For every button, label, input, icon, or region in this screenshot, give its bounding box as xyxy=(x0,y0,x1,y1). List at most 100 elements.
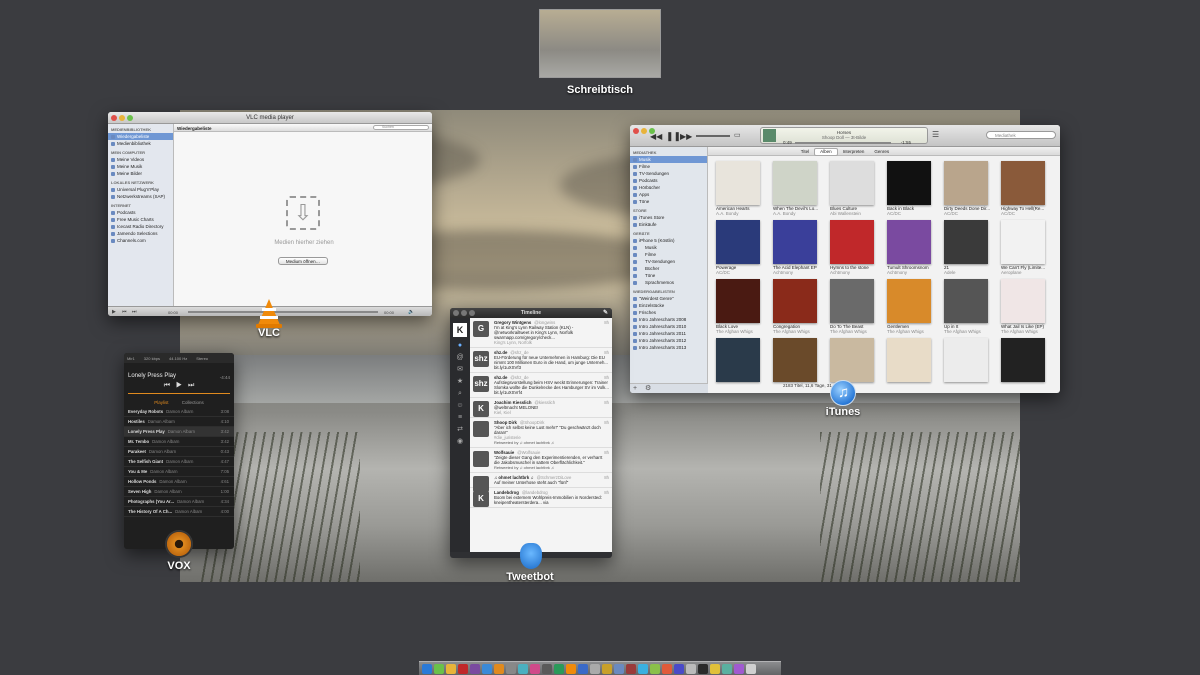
tweet[interactable]: Shoop Dirk 8h @ShoopDirk "Aber ich selbst k… xyxy=(470,418,612,448)
tweet[interactable]: shz shz.de 8h @shz_de EU-Förderung für neue … xyxy=(470,348,612,373)
tweet-avatar[interactable]: K xyxy=(473,401,489,417)
close-button[interactable] xyxy=(633,128,639,134)
next-icon[interactable]: ⏭ xyxy=(188,382,194,389)
album-cover[interactable] xyxy=(1001,338,1045,382)
album-cover[interactable] xyxy=(773,338,817,382)
airplay-icon[interactable]: ▭ xyxy=(734,131,741,139)
album-cover[interactable] xyxy=(944,279,988,323)
dock-app-icon[interactable] xyxy=(470,663,480,674)
album-cover[interactable] xyxy=(830,161,874,205)
desktop-space-thumbnail[interactable] xyxy=(539,9,661,78)
dock-app-icon[interactable] xyxy=(686,663,696,674)
vox-progress[interactable] xyxy=(128,393,230,394)
vox-track-row[interactable]: Seven High Damon Albarn 1:00 xyxy=(124,487,234,497)
tweet[interactable]: K Landebdrog 8h @landebdrog Boom bei externe… xyxy=(470,488,612,508)
itunes-search-input[interactable]: Mediathek xyxy=(986,131,1056,139)
album-tile[interactable] xyxy=(887,338,938,385)
tweet[interactable]: shz shz.de 8h @shz_de Aufstiegsvorstellung b… xyxy=(470,373,612,398)
itunes-sidebar-item[interactable]: TV-Sendungen xyxy=(630,258,707,265)
itunes-sidebar-item[interactable]: Intro Jahrescharts 2008 xyxy=(630,316,707,323)
tweet[interactable]: G Gregory Wintgens 8h @longwins I'm at King'… xyxy=(470,318,612,348)
dock-app-icon[interactable] xyxy=(446,663,456,674)
account-avatar[interactable]: K xyxy=(453,323,467,337)
volume-icon[interactable]: 🔈 xyxy=(408,309,414,315)
vox-track-row[interactable]: Parakeet Damon Albarn 0:43 xyxy=(124,447,234,457)
pause-icon[interactable]: ❚❚ xyxy=(666,131,681,142)
itunes-sidebar-item[interactable]: iTunes Store xyxy=(630,214,707,221)
album-tile[interactable]: The Acid Elephant EP Achtmony xyxy=(773,220,824,277)
favorites-icon[interactable]: ★ xyxy=(454,378,466,385)
compose-icon[interactable]: ✎ xyxy=(603,308,608,318)
album-tile[interactable]: American Hearts A.A. Bondy xyxy=(716,161,767,218)
album-cover[interactable] xyxy=(1001,161,1045,205)
dock-app-icon[interactable] xyxy=(710,663,720,674)
zoom-button[interactable] xyxy=(469,310,475,316)
album-cover[interactable] xyxy=(887,220,931,264)
settings-icon[interactable]: ◉ xyxy=(454,438,466,445)
dock-app-icon[interactable] xyxy=(578,663,588,674)
vox-track-row[interactable]: Everyday Robots Damon Albarn 3:08 xyxy=(124,407,234,417)
dock-app-icon[interactable] xyxy=(458,663,468,674)
itunes-view-tab[interactable]: Titel xyxy=(796,147,814,156)
tweet[interactable]: K Joachim Kiesslich 8h @kiesslich @weltmacht… xyxy=(470,398,612,418)
album-cover[interactable] xyxy=(773,220,817,264)
dock-app-icon[interactable] xyxy=(650,663,660,674)
itunes-view-tab[interactable]: Genres xyxy=(869,147,894,156)
tweet-avatar[interactable] xyxy=(473,451,489,467)
dock-app-icon[interactable] xyxy=(422,663,432,674)
fast-forward-icon[interactable]: ▶▶ xyxy=(680,132,692,141)
tab-playlist[interactable]: Playlist xyxy=(154,400,168,405)
tab-collections[interactable]: Collections xyxy=(182,400,204,405)
vlc-search-input[interactable]: Suchen xyxy=(373,125,429,130)
dock-app-icon[interactable] xyxy=(662,663,672,674)
play-icon[interactable]: ▶ xyxy=(176,382,182,389)
itunes-sidebar-item[interactable]: "Weirdest Genre" xyxy=(630,295,707,302)
vlc-sidebar-item[interactable]: Icecast Radio Directory xyxy=(108,223,173,230)
volume-slider[interactable] xyxy=(696,135,730,137)
previous-icon[interactable]: ⏮ xyxy=(122,309,127,315)
minimize-button[interactable] xyxy=(119,115,125,121)
tweet-avatar[interactable] xyxy=(473,421,489,437)
dock-app-icon[interactable] xyxy=(530,663,540,674)
vlc-titlebar[interactable]: VLC media player xyxy=(108,112,432,124)
open-media-button[interactable]: Medium öffnen… xyxy=(278,257,328,265)
album-cover[interactable] xyxy=(830,220,874,264)
mentions-icon[interactable]: @ xyxy=(454,354,466,361)
album-tile[interactable]: Highway To Hell(Re... AC/DC xyxy=(1001,161,1052,218)
gear-icon[interactable]: ⚙ xyxy=(645,385,651,392)
vlc-sidebar-item[interactable]: Medienbibliothek xyxy=(108,140,173,147)
tweet-avatar[interactable]: shz xyxy=(473,351,489,367)
dock-app-icon[interactable] xyxy=(482,663,492,674)
album-cover[interactable] xyxy=(716,338,760,382)
album-cover[interactable] xyxy=(1001,220,1045,264)
vlc-sidebar-item[interactable]: Netzwerkstreams (SAP) xyxy=(108,193,173,200)
album-cover[interactable] xyxy=(773,279,817,323)
tweetbot-titlebar[interactable]: Timeline ✎ xyxy=(450,308,612,318)
close-button[interactable] xyxy=(453,310,459,316)
tweet-avatar[interactable]: shz xyxy=(473,376,489,392)
tweet[interactable]: ♫ ohmet lachtbrk ♫ 8h @SchmerzDiLove Auf me… xyxy=(470,473,612,492)
itunes-sidebar-item[interactable]: Töne xyxy=(630,272,707,279)
itunes-sidebar-item[interactable]: Musik xyxy=(630,156,707,163)
itunes-sidebar-item[interactable]: Einzelstücke xyxy=(630,302,707,309)
retweets-icon[interactable]: ⇄ xyxy=(454,426,466,433)
album-tile[interactable]: Powerage AC/DC xyxy=(716,220,767,277)
album-cover[interactable] xyxy=(716,161,760,205)
album-tile[interactable]: Back in Black AC/DC xyxy=(887,161,938,218)
album-tile[interactable]: Tumult Shroomsnom Achtmony xyxy=(887,220,938,277)
itunes-sidebar-item[interactable]: Töne xyxy=(630,198,707,205)
album-tile[interactable]: When The Devil's Lo... A.A. Bondy xyxy=(773,161,824,218)
dock-app-icon[interactable] xyxy=(698,663,708,674)
itunes-sidebar-item[interactable]: Sprachmemos xyxy=(630,279,707,286)
album-cover[interactable] xyxy=(887,279,931,323)
previous-icon[interactable]: ⏮ xyxy=(164,382,170,389)
dock-app-icon[interactable] xyxy=(518,663,528,674)
dock-app-icon[interactable] xyxy=(638,663,648,674)
vlc-sidebar-item[interactable]: Channels.com xyxy=(108,237,173,244)
album-tile[interactable] xyxy=(830,338,881,385)
vlc-sidebar-item[interactable]: Jamendo Selections xyxy=(108,230,173,237)
itunes-sidebar-item[interactable]: Filme xyxy=(630,163,707,170)
vlc-cone-icon[interactable] xyxy=(256,298,282,328)
vlc-seek-bar[interactable] xyxy=(188,311,378,313)
vox-track-row[interactable]: Mr. Tembo Damon Albarn 3:42 xyxy=(124,437,234,447)
